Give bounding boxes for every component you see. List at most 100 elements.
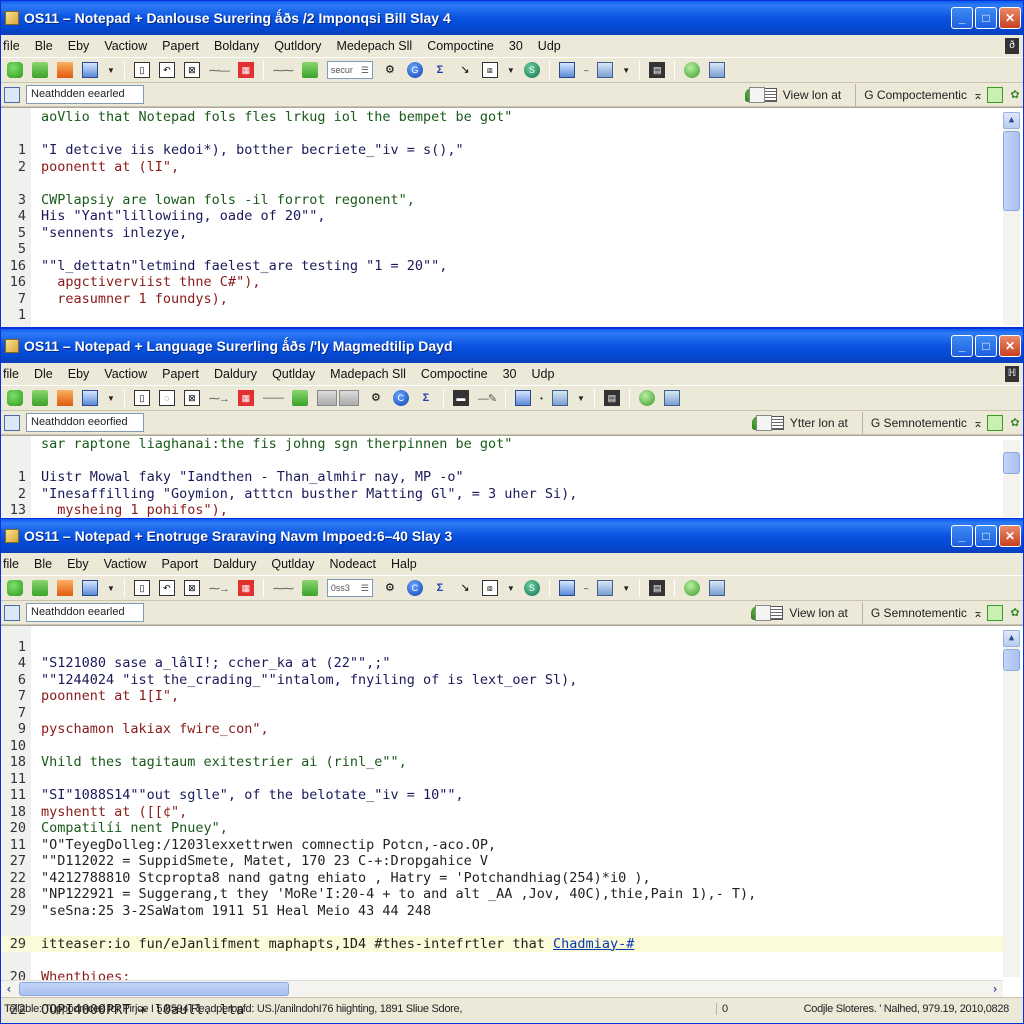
code-line[interactable]	[1, 622, 1003, 639]
record-macro-icon[interactable]: ▦	[237, 62, 254, 78]
plant-icon[interactable]: ✿	[1007, 415, 1023, 431]
toolbar-search-input[interactable]: 0ss3 ☰	[326, 579, 373, 597]
menu-item[interactable]: file	[3, 367, 26, 381]
close-button[interactable]: ✕	[999, 335, 1021, 357]
open-file-icon[interactable]	[32, 62, 48, 78]
code-line[interactable]: 4 His "Yant"lillowiing, oade of 20"",	[1, 208, 1003, 225]
close-button[interactable]: ✕	[999, 7, 1021, 29]
horizontal-scrollbar[interactable]: ‹ ›	[1, 980, 1003, 997]
clipboard-icon[interactable]	[709, 62, 726, 78]
code-line[interactable]: 4 "S121080 sase a_lâlI!; ccher_ka at (22"…	[1, 655, 1003, 672]
menu-item[interactable]: Madepach Sll	[330, 367, 413, 381]
close-doc-icon[interactable]: ⊠	[183, 390, 200, 406]
scroll-thumb[interactable]	[1003, 452, 1020, 474]
code-line[interactable]: 18 myshentt at ([[¢",	[1, 804, 1003, 821]
menu-item[interactable]: Qutlday	[271, 557, 321, 571]
run-icon[interactable]	[301, 580, 318, 596]
toolbar-search-input[interactable]: secur ☰	[326, 61, 373, 79]
plant-icon[interactable]: ✿	[1007, 87, 1023, 103]
language-combo[interactable]: G Compoctementic	[864, 88, 967, 102]
code-line[interactable]: 18 Vhild thes tagitaum exitestrier ai (ri…	[1, 754, 1003, 771]
page-icon[interactable]: ▯	[133, 62, 150, 78]
run-icon[interactable]	[291, 390, 308, 406]
new-file-icon[interactable]	[7, 62, 23, 78]
save-icon[interactable]	[57, 580, 73, 596]
find-input[interactable]: Neathddon eearled	[26, 603, 144, 622]
settings-icon[interactable]: ⚙	[368, 390, 384, 406]
menu-item[interactable]: Nodeact	[329, 557, 383, 571]
refresh-icon[interactable]: S	[523, 62, 540, 78]
menu-item[interactable]: Udp	[538, 39, 568, 53]
menu-item[interactable]: Papert	[162, 39, 206, 53]
mdi-restore-icon[interactable]: ℍ	[1005, 366, 1019, 382]
code-line[interactable]: 5	[1, 241, 1003, 258]
scroll-thumb[interactable]	[1003, 649, 1020, 671]
code-line[interactable]: 1 "I detcive iis kedoi*), botther becriet…	[1, 142, 1003, 159]
new-file-icon[interactable]	[7, 580, 23, 596]
wrap-icon[interactable]: ⁓⁓	[273, 64, 294, 77]
combo-arrow-icon[interactable]: ⌅	[973, 606, 983, 620]
list-icon[interactable]	[769, 416, 784, 430]
go-icon[interactable]	[638, 390, 655, 406]
clipboard-icon[interactable]	[709, 580, 726, 596]
close-doc-icon[interactable]: ⊠	[183, 62, 200, 78]
code-line[interactable]: 1	[1, 639, 1003, 656]
monitor-icon[interactable]: ▬	[452, 390, 469, 406]
menu-item[interactable]: Halp	[391, 557, 424, 571]
dropdown-arrow-icon[interactable]: •	[540, 394, 543, 403]
menu-item[interactable]: file	[3, 557, 26, 571]
menu-item[interactable]: Dle	[34, 367, 60, 381]
menu-item[interactable]: Ble	[35, 39, 60, 53]
list-icon[interactable]	[762, 88, 777, 102]
code-line[interactable]: 1	[1, 307, 1003, 324]
minimize-button[interactable]: _	[951, 335, 973, 357]
scroll-right-button[interactable]: ›	[987, 981, 1003, 997]
undo-icon[interactable]: ↶	[158, 62, 175, 78]
check-icon[interactable]	[987, 415, 1003, 431]
close-button[interactable]: ✕	[999, 525, 1021, 547]
dropdown-arrow-icon[interactable]: ▼	[622, 584, 630, 593]
settings-icon[interactable]: ⚙	[382, 580, 398, 596]
open-file-icon[interactable]	[32, 580, 48, 596]
menu-item[interactable]: Qutlday	[272, 367, 322, 381]
save-small-icon[interactable]	[4, 604, 20, 621]
code-line[interactable]: 22 OOPI4000PRT + l0aull. lta	[1, 1002, 1003, 1019]
sync-icon[interactable]: G	[406, 62, 423, 78]
dropdown-arrow-icon[interactable]: ▼	[107, 66, 115, 75]
dropdown-arrow-icon[interactable]: ▼	[507, 66, 515, 75]
refresh-icon[interactable]: S	[523, 580, 540, 596]
close-doc-icon[interactable]: ⊠	[183, 580, 200, 596]
sum-icon[interactable]: Σ	[432, 62, 448, 78]
record-macro-icon[interactable]: ▦	[237, 390, 254, 406]
go-icon[interactable]	[684, 62, 701, 78]
code-line[interactable]	[1, 919, 1003, 936]
dropdown-arrow-icon[interactable]: –	[584, 66, 588, 75]
minimize-button[interactable]: _	[951, 7, 973, 29]
code-line[interactable]: 7 poonnent at 1[I",	[1, 688, 1003, 705]
find-input[interactable]: Neathdden eearled	[26, 85, 144, 104]
code-line[interactable]: 9 pyschamon lakiax fwire_con",	[1, 721, 1003, 738]
code-line[interactable]: 16 ""l_dettatn"letmind faelest_are testin…	[1, 258, 1003, 275]
new-file-icon[interactable]	[7, 390, 23, 406]
record-macro-icon[interactable]: ▦	[237, 580, 254, 596]
code-line[interactable]: 13 mysheing 1 pohifos"),	[1, 502, 1003, 519]
menu-item[interactable]: Papert	[162, 367, 206, 381]
menu-item[interactable]: Qutldory	[274, 39, 328, 53]
code-line[interactable]: 22 "4212788810 Stcpropta8 nand gatng ehia…	[1, 870, 1003, 887]
window-icon[interactable]	[755, 415, 772, 431]
dropdown-arrow-icon[interactable]: ▼	[507, 584, 515, 593]
scroll-thumb[interactable]	[1003, 131, 1020, 211]
title-bar[interactable]: OS11 – Notepad + Enotruge Sraraving Navm…	[1, 519, 1023, 553]
code-line[interactable]: 1 Uistr Mowal faky "Iandthen - Than_almhi…	[1, 469, 1003, 486]
chart-icon[interactable]	[597, 580, 614, 596]
sum-icon[interactable]: Σ	[418, 390, 434, 406]
undo-icon[interactable]: ↶	[158, 580, 175, 596]
print-icon[interactable]	[82, 62, 98, 78]
code-line[interactable]: 11 "SI"1088S14""out sglle", of the belota…	[1, 787, 1003, 804]
document-icon[interactable]	[515, 390, 532, 406]
menu-item[interactable]: Vactiow	[104, 367, 154, 381]
code-line[interactable]: 11	[1, 771, 1003, 788]
menu-item[interactable]: Eby	[67, 557, 96, 571]
code-line[interactable]: 28 "NP122921 = Suggerang,t they 'MoRe'I:2…	[1, 886, 1003, 903]
menu-item[interactable]: Vactiow	[104, 557, 154, 571]
